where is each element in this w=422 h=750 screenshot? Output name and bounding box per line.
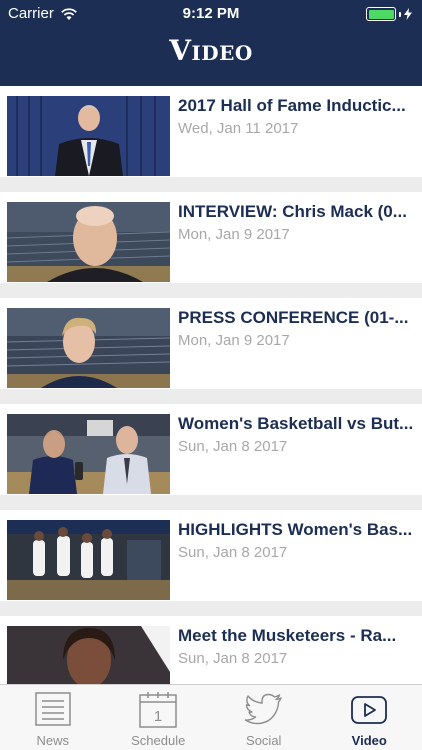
video-thumbnail[interactable] [7,202,170,282]
calendar-day-number: 1 [154,708,162,725]
tab-social[interactable]: Social [211,685,317,750]
tab-schedule[interactable]: 1 Schedule [106,685,212,750]
video-thumbnail[interactable] [7,96,170,176]
tab-label: Video [351,733,387,748]
calendar-icon: 1 [139,692,177,728]
page-title: Video [169,34,253,67]
video-list-item[interactable]: PRESS CONFERENCE (01-... Mon, Jan 9 2017 [0,298,422,389]
video-thumbnail[interactable] [7,308,170,388]
thumbnail-image-hall-of-fame [7,96,170,176]
video-title: INTERVIEW: Chris Mack (0... [178,202,407,221]
thumbnail-image-highlights [7,520,170,600]
video-date: Sun, Jan 8 2017 [178,650,288,667]
video-date: Mon, Jan 9 2017 [178,332,290,349]
status-time: 9:12 PM [182,5,240,22]
video-title: 2017 Hall of Fame Inductic... [178,96,406,115]
video-thumbnail[interactable] [7,626,170,684]
tab-news[interactable]: News [0,685,106,750]
video-list[interactable]: 2017 Hall of Fame Inductic... Wed, Jan 1… [0,86,422,684]
header: Carrier 9:12 PM Video [0,0,422,86]
video-title: PRESS CONFERENCE (01-... [178,308,409,327]
charging-bolt-icon [404,8,412,20]
video-date: Mon, Jan 9 2017 [178,226,290,243]
video-title: Meet the Musketeers - Ra... [178,626,397,645]
tab-bar: News 1 Schedule Social Video [0,684,422,750]
video-thumbnail[interactable] [7,520,170,600]
video-title: Women's Basketball vs But... [178,414,414,433]
video-date: Sun, Jan 8 2017 [178,438,288,455]
video-thumbnail[interactable] [7,414,170,494]
video-list-item[interactable]: 2017 Hall of Fame Inductic... Wed, Jan 1… [0,86,422,177]
thumbnail-image-womens-basketball [7,414,170,494]
thumbnail-image-meet-musketeers [7,626,170,684]
video-list-item[interactable]: Meet the Musketeers - Ra... Sun, Jan 8 2… [0,616,422,684]
status-bar: Carrier 9:12 PM [0,0,422,28]
video-date: Sun, Jan 8 2017 [178,544,288,561]
thumbnail-image-press-conference [7,308,170,388]
thumbnail-image-interview [7,202,170,282]
video-list-item[interactable]: Women's Basketball vs But... Sun, Jan 8 … [0,404,422,495]
tab-label: Schedule [131,733,186,748]
twitter-icon [244,693,282,725]
video-title: HIGHLIGHTS Women's Bas... [178,520,413,539]
tab-label: Social [246,733,282,748]
battery-indicator [366,7,412,21]
tab-video[interactable]: Video [317,685,422,750]
battery-icon [366,7,396,21]
video-date: Wed, Jan 11 2017 [178,120,299,137]
video-list-item[interactable]: INTERVIEW: Chris Mack (0... Mon, Jan 9 2… [0,192,422,283]
video-list-item[interactable]: HIGHLIGHTS Women's Bas... Sun, Jan 8 201… [0,510,422,601]
news-icon [35,692,71,726]
play-icon [351,696,388,724]
tab-label: News [36,733,69,748]
